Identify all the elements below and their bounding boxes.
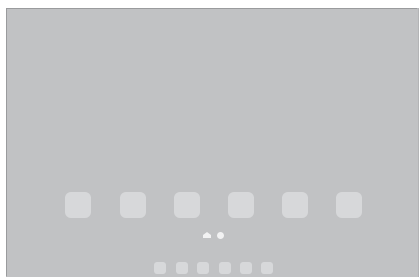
page-indicator[interactable]	[203, 231, 231, 240]
dock-app-icon[interactable]	[176, 262, 188, 274]
app-icon[interactable]	[282, 192, 308, 218]
app-icon[interactable]	[336, 192, 362, 218]
page-dot[interactable]	[217, 232, 224, 239]
app-icon[interactable]	[228, 192, 254, 218]
dock-app-icon[interactable]	[154, 262, 166, 274]
app-icon[interactable]	[65, 192, 91, 218]
app-icon[interactable]	[174, 192, 200, 218]
app-icon[interactable]	[120, 192, 146, 218]
dock-app-icon[interactable]	[197, 262, 209, 274]
dock-app-icon[interactable]	[240, 262, 252, 274]
dock	[154, 262, 284, 276]
home-screen	[7, 9, 418, 277]
dock-app-icon[interactable]	[261, 262, 273, 274]
home-icon[interactable]	[203, 232, 211, 238]
dock-app-icon[interactable]	[219, 262, 231, 274]
app-grid-row	[65, 192, 371, 218]
